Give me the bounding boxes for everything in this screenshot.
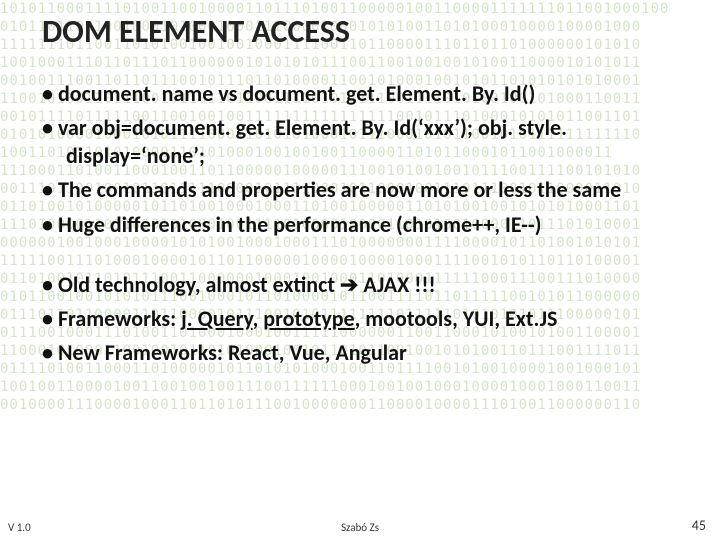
footer-author: Szabó Zs — [0, 521, 720, 534]
bullet-list-top: document. name vs document. get. Element… — [42, 80, 680, 239]
text: , — [253, 305, 264, 332]
bullet-item: Huge differences in the performance (chr… — [42, 211, 680, 239]
bullet-item: var obj=document. get. Element. By. Id(‘… — [42, 114, 680, 170]
bullet-item: The commands and properties are now more… — [42, 176, 680, 204]
slide-body: document. name vs document. get. Element… — [42, 80, 680, 373]
bullet-item: New Frameworks: React, Vue, Angular — [42, 339, 680, 367]
slide-title: DOM ELEMENT ACCESS — [42, 12, 350, 51]
link-jquery: j. Query — [181, 305, 252, 332]
bullet-item: document. name vs document. get. Element… — [42, 80, 680, 108]
footer-page-number: 45 — [692, 517, 706, 534]
slide: 1010110001111010011001000011011101001100… — [0, 0, 720, 540]
text: AJAX !!! — [363, 271, 435, 298]
bullet-item: Frameworks: j. Query, prototype, mootool… — [42, 305, 680, 333]
text: Frameworks: — [58, 305, 181, 332]
bullet-list-bottom: Old technology, almost extinct ➔ AJAX !!… — [42, 271, 680, 367]
link-prototype: prototype — [263, 305, 354, 332]
text: Old technology, almost extinct — [58, 271, 340, 298]
bullet-item: Old technology, almost extinct ➔ AJAX !!… — [42, 271, 680, 299]
text: , mootools, YUI, Ext.JS — [355, 305, 558, 332]
arrow-right-icon: ➔ — [340, 271, 358, 298]
